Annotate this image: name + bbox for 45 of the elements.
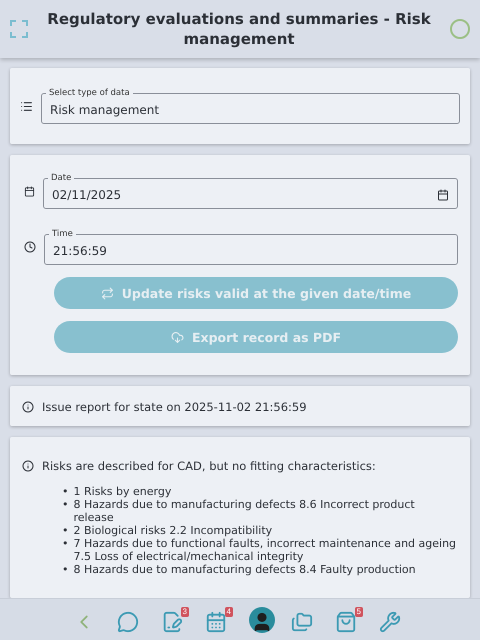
nav-button[interactable]: 5	[335, 606, 363, 632]
bullet-marker: •	[62, 498, 68, 513]
count-badge: 4	[224, 606, 233, 616]
nav-button[interactable]: 3	[161, 606, 189, 632]
field-label: Select type of data	[48, 88, 131, 98]
risk-item: 8 Hazards due to manufacturing defects 8.6 Incorrect product release	[74, 498, 416, 524]
bullet-marker: •	[62, 485, 68, 498]
field-label: Date	[50, 173, 72, 183]
risk-item: 8 Hazards due to manufacturing defects 8.4 Faulty production	[74, 563, 416, 576]
chat-bubble-icon	[117, 610, 139, 632]
date-input[interactable]: 02/11/2025	[52, 188, 437, 202]
risks-message: Risks are described for CAD, but no fitting characteristics:	[42, 459, 376, 473]
field-label: Time	[51, 229, 74, 239]
report-text: Issue report for state on 2025-11-02 21:56:59	[42, 400, 307, 414]
date-field[interactable]: Date 02/11/2025	[43, 173, 458, 209]
calendar-icon	[24, 186, 35, 196]
count-badge: 5	[354, 606, 363, 616]
bullet-marker: •	[62, 563, 68, 576]
risk-item: 2 Biological risks 2.2 Incompatibility	[74, 524, 272, 537]
list-icon	[20, 100, 33, 112]
info-icon	[22, 401, 34, 413]
page-title: Regulatory evaluations and summaries - Risk management	[46, 9, 432, 49]
cloud-download-icon	[170, 330, 184, 344]
bullet-marker: •	[62, 537, 68, 552]
time-field[interactable]: Time 21:56:59	[44, 229, 458, 265]
count-badge: 3	[180, 606, 189, 616]
bullet-marker: •	[62, 524, 68, 537]
calendar-picker-icon[interactable]	[437, 188, 449, 200]
repeat-icon	[100, 286, 114, 300]
shopping-bag-icon	[335, 610, 357, 632]
nav-button[interactable]: 4	[205, 606, 233, 632]
clock-icon	[24, 241, 36, 253]
avatar[interactable]	[249, 606, 275, 632]
expand-icon[interactable]	[10, 20, 28, 38]
signed-document-icon	[161, 610, 183, 632]
time-input[interactable]: 21:56:59	[53, 244, 449, 258]
info-icon	[22, 460, 34, 472]
calendar-icon	[205, 610, 227, 632]
data-type-field[interactable]: Select type of data Risk management	[41, 88, 460, 124]
status-ring-icon	[450, 19, 470, 39]
data-type-input[interactable]: Risk management	[50, 102, 451, 116]
risk-item: 7 Hazards due to functional faults, incorrect maintenance and ageing 7.5 Loss of electrical/mechanical integrity	[74, 537, 458, 563]
tools-icon	[379, 610, 401, 632]
folders-icon	[291, 610, 313, 632]
risk-item: 1 Risks by energy	[74, 485, 172, 498]
